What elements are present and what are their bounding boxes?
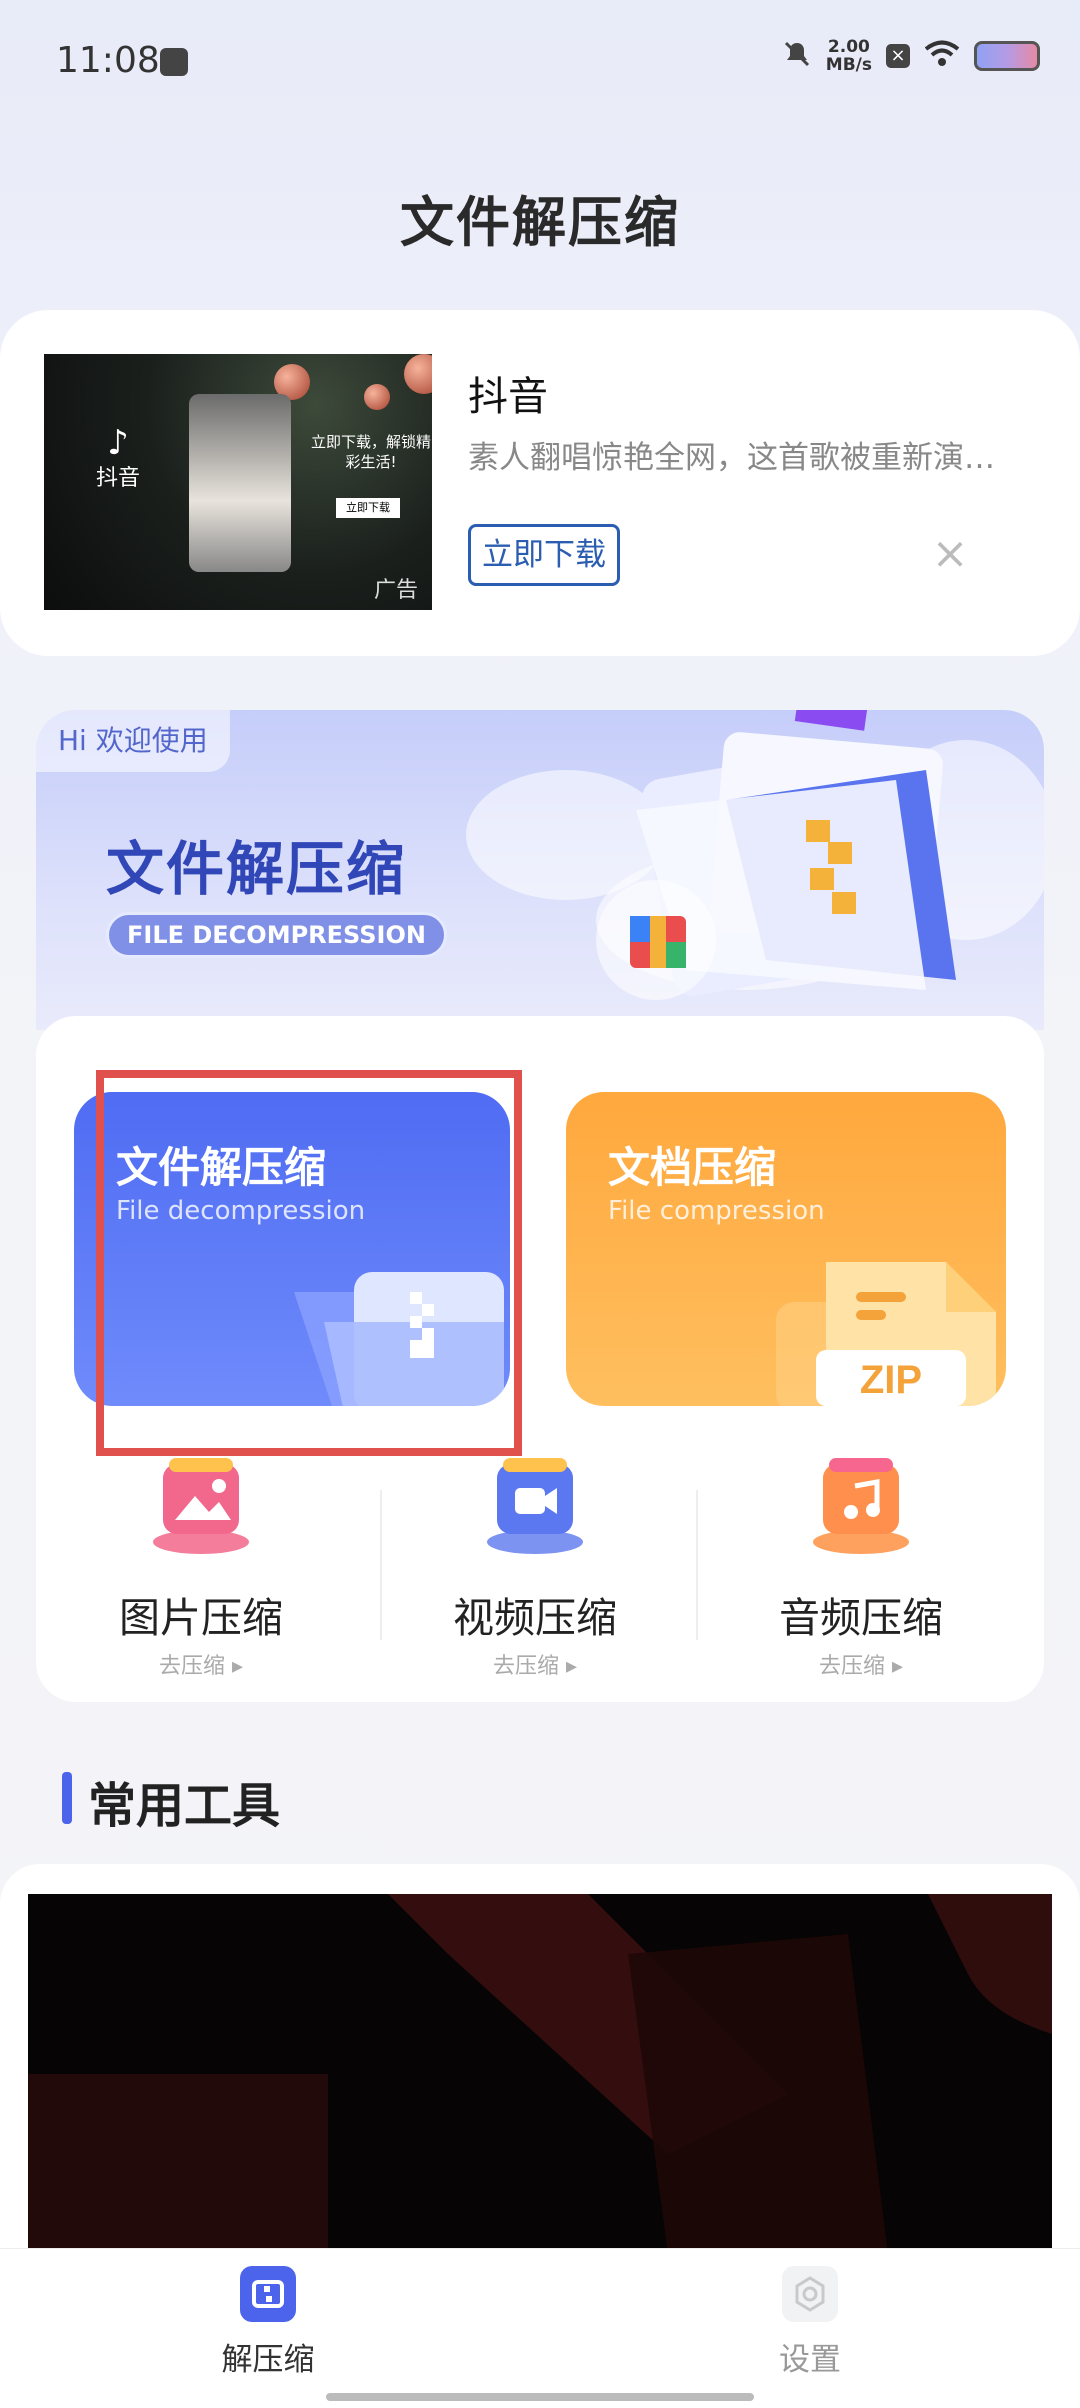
net-speed-unit: MB/s — [825, 55, 872, 75]
tab-settings-label: 设置 — [779, 2342, 841, 2378]
status-time: 11:08 — [56, 40, 160, 81]
ad-tag: 广告 — [373, 578, 418, 603]
page-title: 文件解压缩 — [400, 191, 680, 254]
audio-compress-sub: 去压缩 ▸ — [818, 1654, 904, 1679]
ad-thumb-download: 立即下载 — [336, 498, 400, 518]
notification-icon — [160, 48, 188, 76]
audio-compress-label: 音频压缩 — [779, 1594, 943, 1642]
banner-subtitle: FILE DECOMPRESSION — [106, 912, 447, 958]
welcome-tag: Hi 欢迎使用 — [36, 710, 230, 772]
video-compress-label: 视频压缩 — [453, 1594, 617, 1642]
net-speed-value: 2.00 — [827, 37, 870, 57]
ad-thumb-photo — [189, 394, 291, 572]
video-compress-item[interactable]: 视频压缩 去压缩 ▸ — [370, 1456, 700, 1686]
section-marker — [62, 1772, 72, 1824]
video-icon — [487, 1458, 583, 1554]
zip-document-icon: ZIP — [776, 1262, 996, 1406]
ad-thumb-logo-text: 抖音 — [96, 466, 141, 491]
tiktok-icon: ♪ — [107, 423, 129, 463]
close-box-icon: × — [886, 44, 910, 68]
image-compress-label: 图片压缩 — [119, 1594, 283, 1642]
audio-compress-item[interactable]: 音频压缩 去压缩 ▸ — [696, 1456, 1026, 1686]
wifi-icon — [924, 40, 960, 72]
tab-decompress-label: 解压缩 — [221, 2342, 315, 2378]
video-frame — [28, 1894, 1052, 2254]
mute-icon — [782, 39, 812, 73]
image-compress-item[interactable]: 图片压缩 去压缩 ▸ — [36, 1456, 366, 1686]
tab-settings[interactable]: 设置 — [710, 2266, 910, 2379]
file-compression-card[interactable]: 文档压缩 File compression ZIP — [566, 1092, 1006, 1406]
section-title: 常用工具 — [88, 1778, 281, 1834]
status-icons: 2.00 MB/s × — [782, 38, 1040, 74]
ad-thumb-logo: ♪ 抖音 — [96, 426, 140, 492]
ad-title: 抖音 — [468, 374, 548, 420]
ad-thumb-promo: 立即下载，解锁精彩生活! — [310, 433, 431, 471]
zip-text: ZIP — [860, 1358, 922, 1402]
image-icon — [153, 1458, 249, 1554]
bottom-tab-bar — [0, 2248, 1080, 2408]
highlight-box — [96, 1070, 522, 1456]
compression-subtitle: File compression — [608, 1196, 825, 1226]
settings-icon — [782, 2266, 838, 2322]
video-compress-sub: 去压缩 ▸ — [492, 1654, 578, 1679]
banner-title: 文件解压缩 — [106, 835, 407, 903]
tab-decompress[interactable]: 解压缩 — [168, 2266, 368, 2379]
home-indicator[interactable] — [326, 2393, 754, 2401]
ad-thumbnail[interactable]: ♪ 抖音 立即下载，解锁精彩生活! 立即下载 广告 — [44, 354, 432, 610]
ad-download-button[interactable]: 立即下载 — [468, 524, 620, 586]
close-icon[interactable]: × — [930, 532, 970, 576]
net-speed: 2.00 MB/s — [826, 38, 872, 74]
unzip-icon — [240, 2266, 296, 2322]
folder-illustration — [596, 710, 956, 1000]
image-compress-sub: 去压缩 ▸ — [158, 1654, 244, 1679]
battery-icon — [974, 41, 1040, 71]
compression-title: 文档压缩 — [608, 1143, 777, 1192]
ad-description: 素人翻唱惊艳全网，这首歌被重新演… — [468, 440, 995, 476]
ad-video[interactable] — [28, 1894, 1052, 2254]
music-icon — [813, 1458, 909, 1554]
